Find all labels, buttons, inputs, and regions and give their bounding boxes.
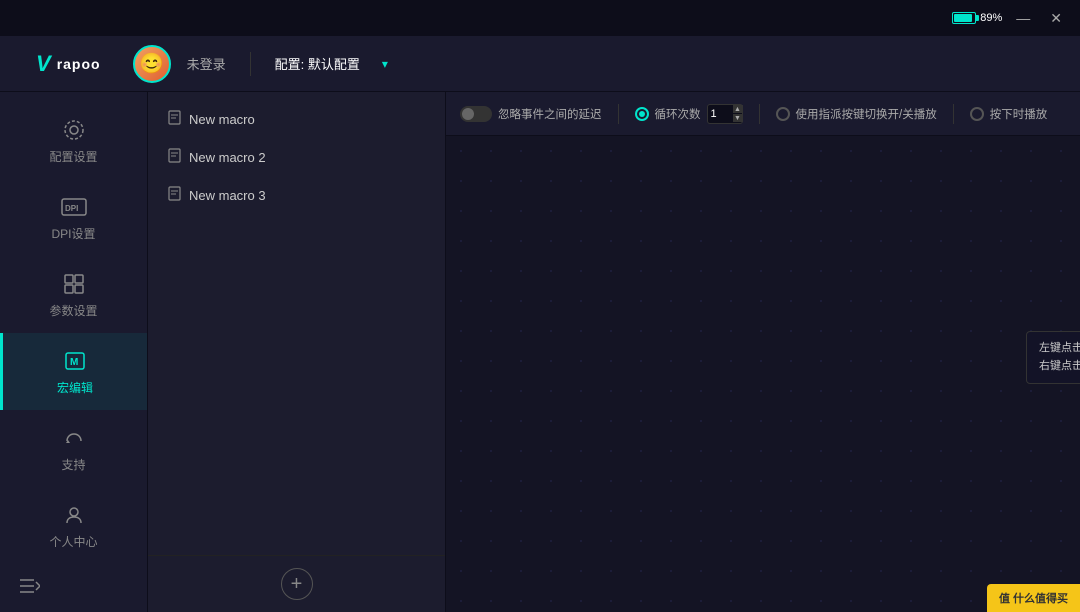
press-play-radio[interactable] (970, 107, 984, 121)
macro-icon: M (61, 347, 89, 375)
toolbar-toggle-play[interactable]: 使用指派按键切换开/关播放 (776, 106, 937, 122)
user-label: 未登录 (187, 54, 226, 73)
sidebar-item-dpi[interactable]: DPI DPI设置 (0, 179, 147, 256)
config-settings-icon (60, 116, 88, 144)
watermark: 值 什么值得买 (987, 584, 1080, 612)
toolbar-press-play[interactable]: 按下时播放 (970, 106, 1048, 122)
loop-count-stepper: ▲ ▼ (733, 105, 743, 122)
title-bar: 89% — ✕ (0, 0, 1080, 36)
ignore-delay-toggle[interactable] (460, 106, 492, 122)
battery-fill (954, 14, 972, 22)
macro-list-footer: + (148, 555, 445, 612)
loop-count-label: 循环次数 (655, 106, 701, 122)
config-name: 配置: 默认配置 (275, 54, 360, 73)
config-dropdown[interactable]: ▾ (382, 57, 388, 71)
sidebar-label-dpi: DPI设置 (51, 225, 95, 242)
profile-icon (60, 501, 88, 529)
header-divider (250, 52, 251, 76)
press-play-label: 按下时播放 (990, 106, 1048, 122)
macro-item-icon-2 (168, 186, 181, 204)
sidebar-item-params[interactable]: 参数设置 (0, 256, 147, 333)
editor-toolbar: 忽略事件之间的延迟 循环次数 ▲ ▼ (446, 92, 1080, 136)
hint-box: 左键点击选中 右键点击编辑 (1026, 331, 1080, 384)
loop-count-input[interactable] (711, 108, 733, 120)
macro-item-1[interactable]: New macro 2 (148, 138, 445, 176)
ignore-delay-label: 忽略事件之间的延迟 (498, 106, 602, 122)
macro-item-name-2: New macro 3 (189, 188, 266, 203)
add-macro-button[interactable]: + (281, 568, 313, 600)
sidebar-collapse-button[interactable] (0, 564, 147, 608)
loop-count-input-wrap: ▲ ▼ (707, 104, 743, 124)
logo-area: V rapoo (20, 51, 117, 77)
app-container: V rapoo 😊 未登录 配置: 默认配置 ▾ 配置设置 (0, 36, 1080, 612)
macro-list: New macro New macro 2 (148, 92, 445, 555)
loop-count-down[interactable]: ▼ (733, 114, 743, 122)
header: V rapoo 😊 未登录 配置: 默认配置 ▾ (0, 36, 1080, 92)
loop-count-radio[interactable] (635, 107, 649, 121)
logo-text: rapoo (57, 56, 101, 72)
macro-item-name-0: New macro (189, 112, 255, 127)
sidebar-label-config: 配置设置 (49, 148, 97, 165)
svg-text:M: M (70, 357, 78, 368)
macro-item-icon-0 (168, 110, 181, 128)
loop-count-up[interactable]: ▲ (733, 105, 743, 113)
minimize-button[interactable]: — (1010, 8, 1036, 28)
toolbar-ignore-delay[interactable]: 忽略事件之间的延迟 (460, 106, 602, 122)
macro-item-icon-1 (168, 148, 181, 166)
title-bar-controls: 89% — ✕ (952, 8, 1068, 29)
sidebar-item-macro[interactable]: M 宏编辑 (0, 333, 147, 410)
macro-list-panel: New macro New macro 2 (148, 92, 446, 612)
macro-item-0[interactable]: New macro (148, 100, 445, 138)
support-icon (60, 424, 88, 452)
battery-label: 89% (980, 12, 1002, 24)
sidebar-label-support: 支持 (61, 456, 85, 473)
hint-line2: 右键点击编辑 (1039, 358, 1080, 376)
toggle-play-label: 使用指派按键切换开/关播放 (796, 106, 937, 122)
editor-panel: 忽略事件之间的延迟 循环次数 ▲ ▼ (446, 92, 1080, 612)
macro-item-2[interactable]: New macro 3 (148, 176, 445, 214)
logo-v-icon: V (36, 51, 51, 77)
sidebar-label-macro: 宏编辑 (57, 379, 93, 396)
macro-item-name-1: New macro 2 (189, 150, 266, 165)
toolbar-sep-1 (618, 104, 619, 124)
avatar[interactable]: 😊 (133, 45, 171, 83)
sidebar-label-params: 参数设置 (49, 302, 97, 319)
battery-indicator: 89% (952, 12, 1002, 24)
sidebar-item-support[interactable]: 支持 (0, 410, 147, 487)
toggle-play-radio[interactable] (776, 107, 790, 121)
sidebar-item-profile[interactable]: 个人中心 (0, 487, 147, 564)
hint-line1: 左键点击选中 (1039, 340, 1080, 358)
body: 配置设置 DPI DPI设置 (0, 92, 1080, 612)
close-button[interactable]: ✕ (1044, 8, 1068, 29)
dpi-icon: DPI (60, 193, 88, 221)
toolbar-sep-3 (953, 104, 954, 124)
toolbar-sep-2 (759, 104, 760, 124)
sidebar-item-config-settings[interactable]: 配置设置 (0, 102, 147, 179)
params-icon (60, 270, 88, 298)
sidebar: 配置设置 DPI DPI设置 (0, 92, 148, 612)
toolbar-loop-count: 循环次数 ▲ ▼ (635, 104, 743, 124)
editor-canvas: 左键点击选中 右键点击编辑 添加 修改 按键 延迟 (446, 136, 1080, 612)
svg-text:DPI: DPI (65, 204, 78, 213)
battery-icon (952, 12, 976, 24)
sidebar-label-profile: 个人中心 (49, 533, 97, 550)
